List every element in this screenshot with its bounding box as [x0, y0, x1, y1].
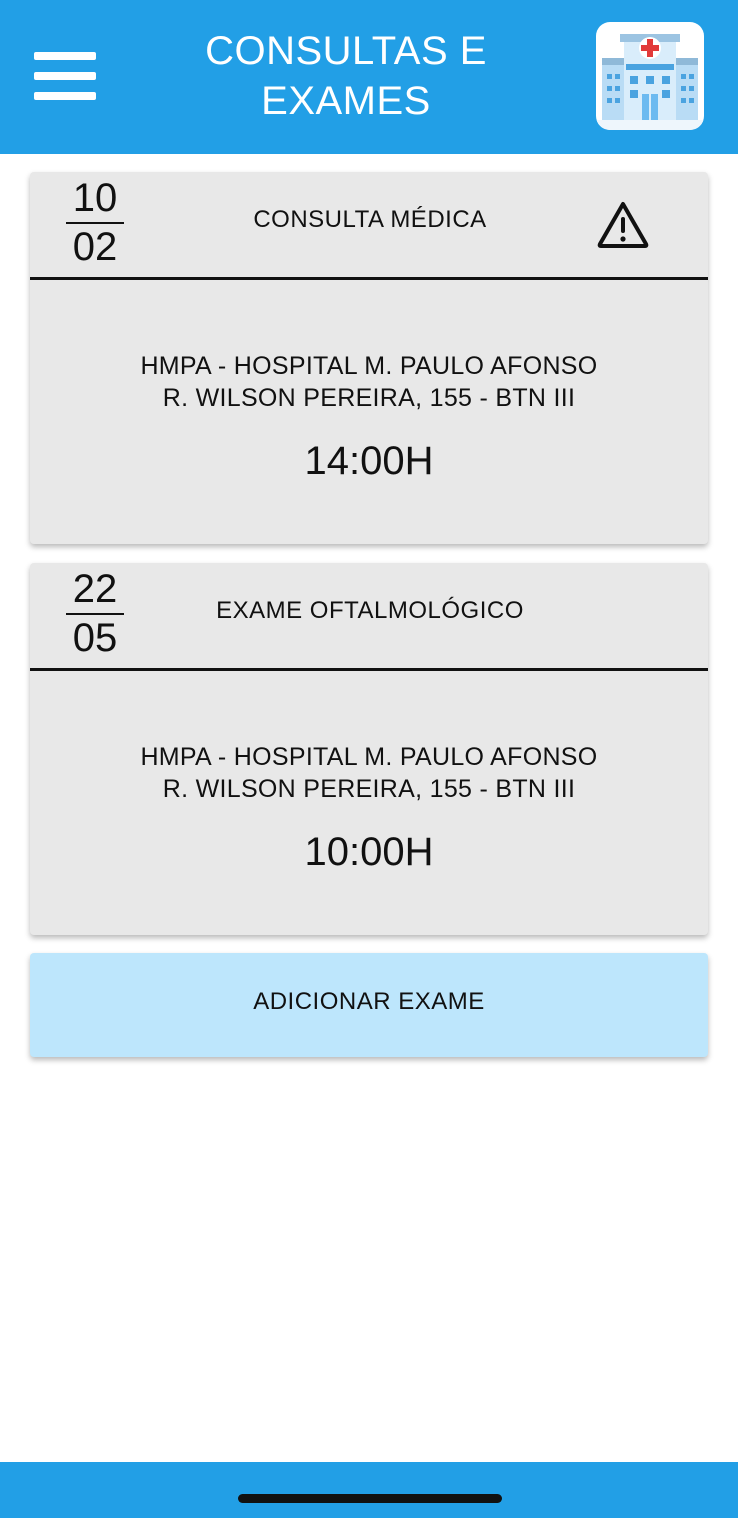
appointment-address: R. WILSON PEREIRA, 155 - BTN III: [162, 775, 576, 803]
warning-triangle-icon[interactable]: [596, 200, 650, 250]
appointment-address: R. WILSON PEREIRA, 155 - BTN III: [162, 384, 576, 412]
appointment-day: 22: [66, 567, 124, 615]
menu-bar-line: [34, 72, 96, 80]
page-title-line-2: EXAMES: [261, 79, 431, 123]
appointment-date: 22 05: [66, 567, 124, 661]
appointment-date: 10 02: [66, 176, 124, 270]
bottom-bar: [0, 1462, 738, 1518]
add-exam-button[interactable]: ADICIONAR EXAME: [30, 953, 708, 1057]
appointment-type: EXAME OFTALMOLÓGICO: [216, 597, 524, 624]
menu-bar-line: [34, 92, 96, 100]
appointment-place: HMPA - HOSPITAL M. PAULO AFONSO: [140, 743, 598, 771]
appointment-card[interactable]: 22 05 EXAME OFTALMOLÓGICO HMPA - HOSPITA…: [30, 563, 708, 935]
appointment-card-header: 22 05 EXAME OFTALMOLÓGICO: [30, 563, 708, 671]
home-indicator[interactable]: [238, 1494, 502, 1503]
appointment-month: 02: [72, 225, 118, 269]
appointment-day: 10: [66, 176, 124, 224]
appointment-card[interactable]: 10 02 CONSULTA MÉDICA HMPA - HOSPITAL M.…: [30, 172, 708, 544]
appointment-card-body: HMPA - HOSPITAL M. PAULO AFONSO R. WILSO…: [30, 671, 708, 935]
appointment-type: CONSULTA MÉDICA: [253, 206, 487, 233]
appointment-time: 10:00H: [304, 830, 434, 874]
page-title: CONSULTAS E EXAMES: [170, 26, 522, 126]
appointment-time: 14:00H: [304, 439, 434, 483]
appointment-month: 05: [72, 616, 118, 660]
appointment-card-body: HMPA - HOSPITAL M. PAULO AFONSO R. WILSO…: [30, 280, 708, 544]
appointment-place: HMPA - HOSPITAL M. PAULO AFONSO: [140, 352, 598, 380]
appointment-card-header: 10 02 CONSULTA MÉDICA: [30, 172, 708, 280]
menu-button[interactable]: [34, 50, 98, 102]
app-header: CONSULTAS E EXAMES: [0, 0, 738, 154]
hospital-building-icon: [596, 22, 704, 130]
page-title-line-1: CONSULTAS E: [205, 29, 487, 73]
menu-bar-line: [34, 52, 96, 60]
